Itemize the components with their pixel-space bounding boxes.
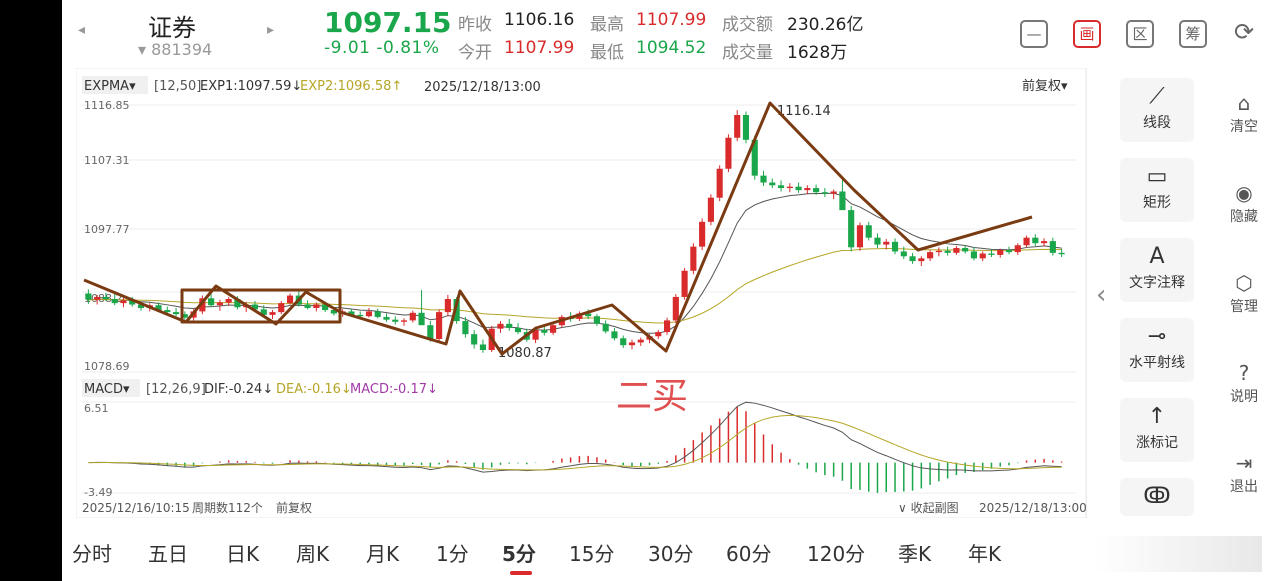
tab-season-k[interactable]: 季K [898,538,931,567]
adjust-label: 前复权 [276,500,312,515]
kline-chart[interactable]: EXPMA▾ [12,50] EXP1:1097.59↓ EXP2:1096.5… [76,68,1086,518]
tab-60min[interactable]: 60分 [726,538,771,567]
macd-axis-bottom: -3.49 [84,486,112,499]
stock-name: 证券 [148,14,196,42]
tab-120min[interactable]: 120分 [807,538,865,567]
tab-day-k[interactable]: 日K [226,538,259,567]
active-tab-indicator [510,571,532,575]
tool-rectangle[interactable]: ▭ 矩形 [1120,158,1194,222]
wave-icon: ↂ [1143,484,1171,509]
price-label-3: 1097.77 [84,223,130,236]
dea-value: DEA:-0.16↓ [276,382,352,397]
exit-icon: ⇥ [1235,451,1253,475]
tool-wave[interactable]: ↂ [1120,478,1194,516]
open-value: 1107.99 [504,38,575,58]
low-label: 最低 [590,43,624,63]
text-annotation-icon: A [1149,244,1165,269]
chip-icon[interactable]: 筹 [1179,20,1207,48]
clear-button[interactable]: ⌂ 清空 [1222,90,1266,136]
rectangle-icon: ▭ [1146,164,1168,189]
candle [699,218,706,251]
app-screen: ◂ ▸ 证券 ▾ 881394 1097.15 -9.01 -0.81% 昨收 … [62,0,1280,581]
adjust-selector[interactable]: 前复权▾ [1022,78,1068,94]
gear-icon: ⬡ [1235,271,1253,295]
price-label-min: 1078.69 [84,360,130,373]
low-value: 1094.52 [636,38,707,58]
candle [848,205,855,252]
tab-week-k[interactable]: 周K [296,538,329,567]
zone-icon[interactable]: 区 [1126,20,1154,48]
expma-params: [12,50] [154,79,201,94]
exit-button[interactable]: ⇥ 退出 [1222,450,1266,496]
tool-segment[interactable]: ⟋ 线段 [1120,78,1194,142]
current-price: 1097.15 [324,6,452,39]
high-label: 最高 [590,15,624,35]
tab-15min[interactable]: 15分 [569,538,614,567]
expma-selector[interactable]: EXPMA▾ [84,79,136,94]
hide-button[interactable]: ◉ 隐藏 [1222,180,1266,226]
more-icon[interactable] [1092,536,1262,572]
low-annotation: 1080.87 [498,346,552,361]
turnover-value: 230.26亿 [787,15,864,35]
period-tabs: 分时 五日 日K 周K 月K 1分 5分 15分 30分 60分 120分 季K… [62,530,1280,581]
stock-code[interactable]: ▾ 881394 [138,40,212,59]
tool-text-annotation[interactable]: A 文字注释 [1120,238,1194,302]
help-button[interactable]: ? 说明 [1222,360,1266,406]
prev-close-label: 昨收 [458,15,492,35]
macd-params: [12,26,9] [146,382,206,397]
candle [690,243,697,275]
high-value: 1107.99 [636,10,707,30]
tool-horizontal-ray[interactable]: ⊸ 水平射线 [1120,318,1194,382]
candle [742,111,750,144]
segment-icon: ⟋ [1149,84,1165,109]
price-change: -9.01 -0.81% [324,38,440,58]
tool-rise-marker[interactable]: ↑ 涨标记 [1120,398,1194,462]
candle [725,134,732,173]
collapse-panel-icon[interactable]: ‹ [1096,280,1106,310]
tab-5min[interactable]: 5分 [502,538,536,567]
volume-label: 成交量 [722,43,773,63]
manage-button[interactable]: ⬡ 管理 [1222,270,1266,316]
candle [436,309,443,342]
tab-30min[interactable]: 30分 [648,538,693,567]
collapse-subchart-button[interactable]: ∨ 收起副图 [898,501,959,515]
tab-month-k[interactable]: 月K [366,538,399,567]
candle [707,194,714,226]
tab-1min[interactable]: 1分 [436,538,469,567]
tab-fenshi[interactable]: 分时 [72,538,112,567]
price-label-2: 1107.31 [84,154,130,167]
tab-year-k[interactable]: 年K [968,538,1001,567]
start-date: 2025/12/16/10:15 [82,501,190,515]
period-count: 周期数112个 [192,500,263,515]
crosshair-datetime: 2025/12/18/13:00 [424,80,541,95]
candle [681,267,688,300]
volume-value: 1628万 [787,43,848,63]
exp1-value: EXP1:1097.59↓ [200,79,302,94]
clear-icon: ⌂ [1237,91,1251,115]
macd-value: MACD:-0.17↓ [350,382,438,397]
rise-marker-icon: ↑ [1147,404,1167,429]
turnover-label: 成交额 [722,15,773,35]
open-label: 今开 [458,43,492,63]
help-icon: ? [1238,361,1250,385]
end-date: 2025/12/18/13:00 [979,501,1086,515]
rotate-screen-icon[interactable]: ⟳ [1230,20,1258,48]
next-stock-icon[interactable]: ▸ [267,22,274,38]
eye-icon: ◉ [1235,181,1253,205]
minus-box-icon[interactable]: — [1020,20,1048,48]
prev-stock-icon[interactable]: ◂ [78,22,85,38]
macd-selector[interactable]: MACD▾ [84,382,130,397]
price-label-max: 1116.85 [84,99,130,112]
horizontal-ray-icon: ⊸ [1147,324,1167,349]
draw-icon[interactable]: 画 [1073,20,1101,48]
prev-close-value: 1106.16 [504,10,575,30]
exp2-value: EXP2:1096.58↑ [300,79,402,94]
second-buy-annotation: 二买 [616,376,688,417]
dif-value: DIF:-0.24↓ [204,382,273,397]
tab-wuri[interactable]: 五日 [148,538,188,567]
macd-axis-top: 6.51 [84,402,109,415]
candle [716,165,723,202]
candle [856,222,864,251]
